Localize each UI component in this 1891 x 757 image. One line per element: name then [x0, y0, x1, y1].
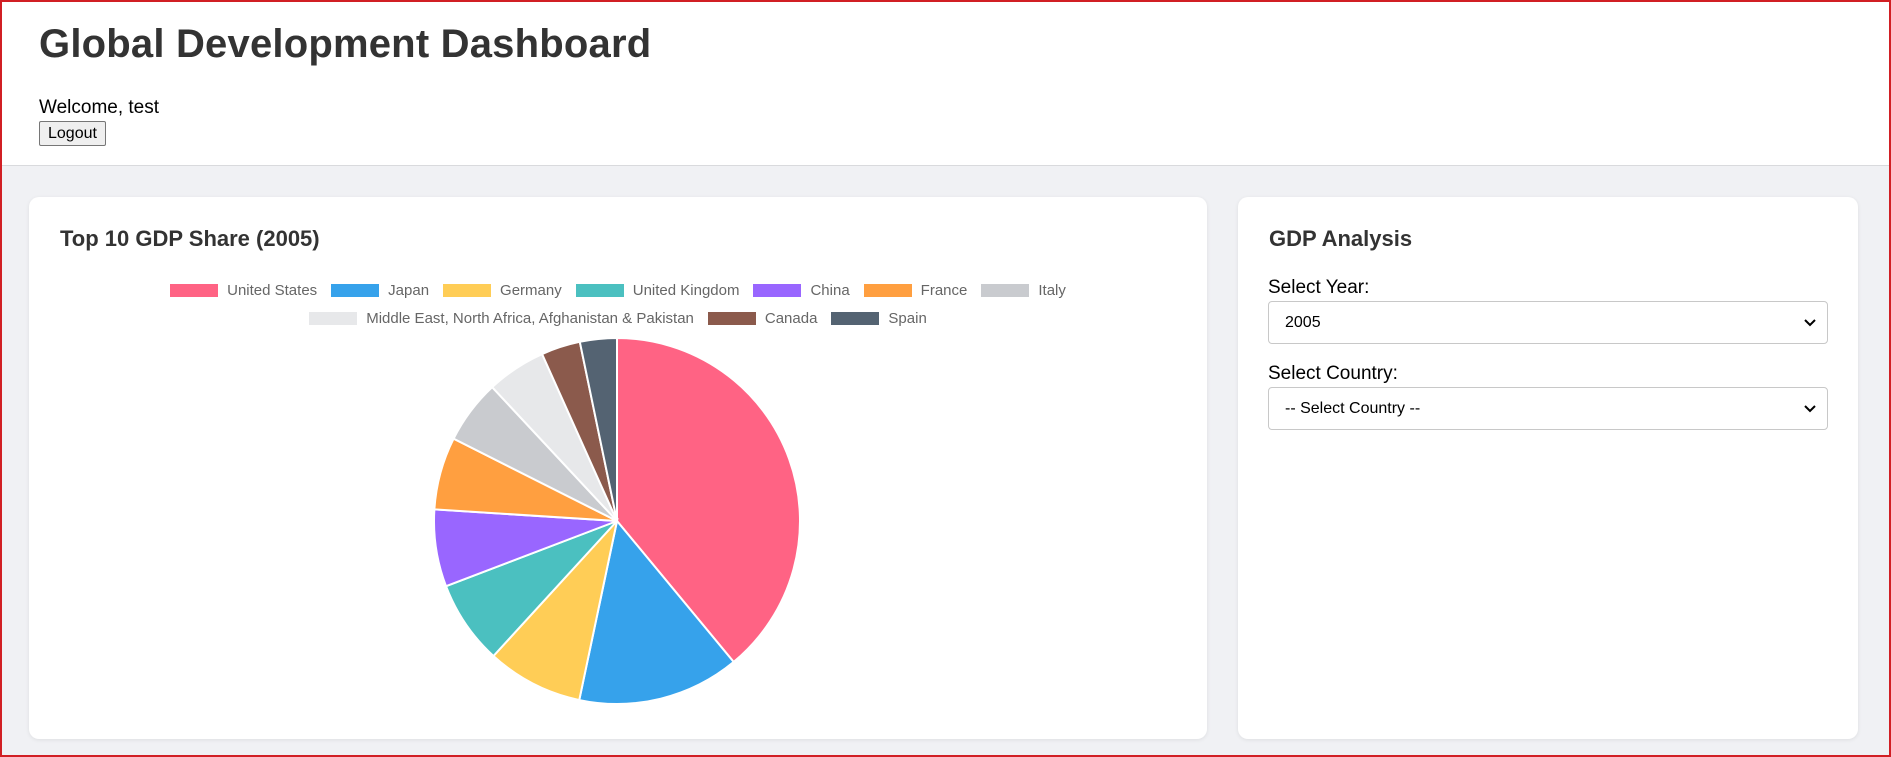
year-label: Select Year:: [1268, 277, 1370, 298]
gdp-analysis-card: GDP Analysis Select Year: 2005 Select Co…: [1238, 197, 1858, 739]
year-select-value: 2005: [1285, 313, 1321, 331]
country-label: Select Country:: [1268, 363, 1398, 384]
chevron-down-icon: [1804, 319, 1816, 327]
country-select-value: -- Select Country --: [1285, 399, 1421, 417]
logout-button[interactable]: Logout: [39, 121, 106, 146]
chevron-down-icon: [1804, 405, 1816, 413]
gdp-share-chart-card: Top 10 GDP Share (2005) United States Jap…: [29, 197, 1207, 739]
country-select[interactable]: -- Select Country --: [1268, 387, 1828, 430]
year-select[interactable]: 2005: [1268, 301, 1828, 344]
analysis-title: GDP Analysis: [1269, 226, 1413, 251]
app-header: Global Development Dashboard Welcome, te…: [0, 0, 1891, 166]
welcome-text: Welcome, test: [39, 97, 160, 118]
app-title: Global Development Dashboard: [39, 22, 652, 66]
gdp-pie-chart: [433, 336, 801, 705]
